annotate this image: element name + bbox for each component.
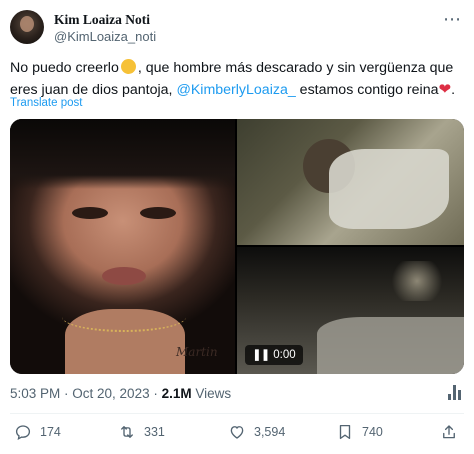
video-lamp-glow	[387, 261, 447, 301]
thinking-face-emoji-icon	[120, 59, 136, 74]
post-analytics-icon[interactable]	[448, 384, 462, 400]
tweet-text-end: .	[451, 82, 456, 98]
media-grid: Martin ❚❚ 0:00	[10, 119, 464, 374]
media-photo-bed[interactable]	[237, 119, 464, 245]
reply-button[interactable]: 174	[14, 423, 61, 441]
tweet-text-part1: No puedo creerlo	[10, 60, 119, 76]
tweet-meta: 5:03 PM · Oct 20, 2023 · 2.1M Views	[10, 386, 231, 401]
tweet-text: No puedo creerlo, que hombre más descara…	[10, 58, 464, 101]
photo-necklace	[62, 302, 186, 332]
video-bed	[317, 317, 464, 374]
bookmark-count: 740	[362, 425, 383, 439]
tweet-text-part3: estamos contigo reina	[295, 82, 439, 98]
video-duration: 0:00	[273, 349, 296, 361]
bookmark-button[interactable]: 740	[336, 423, 383, 441]
reply-count: 174	[40, 425, 61, 439]
action-bar: 174 331 3,594 740	[10, 423, 464, 445]
video-duration-badge[interactable]: ❚❚ 0:00	[245, 345, 303, 365]
photo-sheet	[329, 149, 449, 229]
retweet-count: 331	[144, 425, 165, 439]
pause-icon[interactable]: ❚❚	[252, 349, 270, 361]
photo-hat	[10, 119, 235, 189]
photo-eye-right	[140, 207, 176, 219]
author-handle[interactable]: @KimLoaiza_noti	[54, 29, 156, 44]
red-heart-emoji-icon: ❤	[438, 81, 452, 98]
avatar[interactable]	[10, 10, 44, 44]
author-name[interactable]: Kim Loaiza Noti	[54, 12, 150, 28]
photo-tattoo-text: Martin	[176, 345, 218, 359]
mention-link[interactable]: @KimberlyLoaiza_	[176, 82, 295, 98]
share-button[interactable]	[440, 423, 458, 441]
retweet-button[interactable]: 331	[118, 423, 165, 441]
media-video[interactable]: ❚❚ 0:00	[237, 247, 464, 374]
meta-separator: ·	[60, 386, 73, 401]
tweet-date[interactable]: Oct 20, 2023	[72, 386, 149, 401]
views-label: Views	[191, 386, 232, 401]
translate-post-link[interactable]: Translate post	[10, 97, 82, 109]
photo-lips	[102, 267, 146, 285]
share-icon	[443, 425, 455, 439]
reply-icon	[15, 425, 31, 441]
tweet-time[interactable]: 5:03 PM	[10, 386, 60, 401]
meta-separator-2: ·	[149, 386, 162, 401]
photo-eye-left	[72, 207, 108, 219]
like-button[interactable]: 3,594	[228, 423, 285, 441]
more-options-icon[interactable]: ⋯	[443, 10, 462, 28]
media-photo-portrait[interactable]: Martin	[10, 119, 235, 374]
heart-icon	[230, 426, 244, 439]
views-count: 2.1M	[161, 386, 192, 401]
like-count: 3,594	[254, 425, 286, 439]
divider	[10, 413, 464, 414]
tweet-header: Kim Loaiza Noti @KimLoaiza_noti ⋯	[10, 10, 464, 48]
bookmark-icon	[339, 424, 351, 440]
retweet-icon	[121, 426, 133, 438]
